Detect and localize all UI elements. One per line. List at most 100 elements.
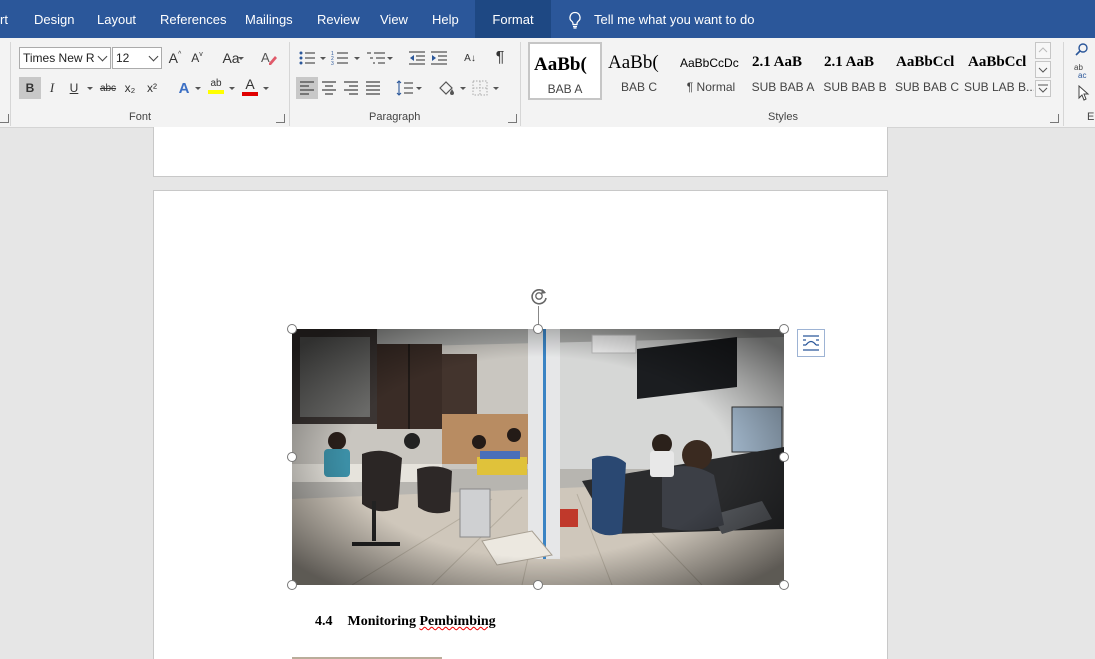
align-left-button[interactable] — [296, 77, 318, 99]
sort-button[interactable]: A↓ — [460, 47, 480, 69]
underline-icon: U — [69, 81, 79, 95]
resize-handle-top-left[interactable] — [287, 324, 297, 334]
office-photo — [292, 329, 784, 585]
decrease-indent-icon[interactable] — [408, 50, 426, 66]
sort-icon: A↓ — [464, 52, 476, 64]
style-name: SUB BAB C — [894, 80, 960, 94]
multilevel-dropdown-icon[interactable] — [387, 57, 393, 60]
tab-view[interactable]: View — [380, 0, 408, 38]
style-name: BAB A — [547, 82, 583, 96]
styles-scroll-up[interactable] — [1035, 42, 1051, 59]
shading-icon[interactable] — [437, 80, 457, 96]
borders-icon[interactable] — [472, 80, 488, 96]
font-name-combo[interactable]: Times New R — [19, 47, 111, 69]
editing-group-label: E — [1087, 111, 1095, 123]
grow-font-button[interactable]: A ^ — [166, 47, 184, 69]
italic-icon: I — [49, 80, 55, 95]
resize-handle-left[interactable] — [287, 452, 297, 462]
styles-launcher-icon[interactable] — [1050, 114, 1059, 123]
tab-help[interactable]: Help — [432, 0, 459, 38]
style-preview: AaBbCcDc — [680, 56, 739, 70]
superscript-button[interactable]: x² — [142, 77, 162, 99]
underline-button[interactable]: U — [63, 77, 85, 99]
strikethrough-button[interactable]: abc — [97, 77, 119, 99]
highlight-dropdown-icon[interactable] — [229, 87, 235, 90]
font-color-dropdown-icon[interactable] — [263, 87, 269, 90]
text-effects-dropdown-icon[interactable] — [195, 87, 201, 90]
tab-review[interactable]: Review — [317, 0, 360, 38]
align-right-icon[interactable] — [343, 81, 359, 95]
style-sub-bab-a[interactable]: 2.1 AaB SUB BAB A — [748, 42, 818, 100]
italic-button[interactable]: I — [41, 77, 63, 99]
clipboard-launcher-icon[interactable] — [0, 114, 9, 123]
numbering-icon[interactable]: 1 2 3 — [331, 50, 349, 66]
tab-mailings[interactable]: Mailings — [245, 0, 293, 38]
replace-icon[interactable]: ab ac — [1074, 63, 1094, 79]
align-center-icon[interactable] — [321, 81, 337, 95]
style-sub-bab-b[interactable]: 2.1 AaB SUB BAB B — [820, 42, 890, 100]
style-preview: 2.1 AaB — [752, 54, 803, 70]
font-launcher-icon[interactable] — [276, 114, 285, 123]
resize-handle-bottom-left[interactable] — [287, 580, 297, 590]
paragraph-launcher-icon[interactable] — [508, 114, 517, 123]
line-spacing-dropdown-icon[interactable] — [416, 87, 422, 90]
svg-text:A: A — [261, 50, 270, 65]
clear-formatting-icon[interactable]: A — [260, 49, 278, 67]
tab-layout[interactable]: Layout — [97, 0, 136, 38]
separator — [1063, 42, 1064, 126]
heading-number: 4.4 — [315, 614, 333, 629]
expand-gallery-icon — [1038, 84, 1048, 93]
borders-dropdown-icon[interactable] — [493, 87, 499, 90]
resize-handle-bottom[interactable] — [533, 580, 543, 590]
bullets-dropdown-icon[interactable] — [320, 57, 326, 60]
style-sub-lab-b[interactable]: AaBbCcl SUB LAB B... — [964, 42, 1034, 100]
style-bab-c[interactable]: AaBb( BAB C — [604, 42, 674, 100]
increase-indent-icon[interactable] — [430, 50, 448, 66]
justify-icon[interactable] — [365, 81, 381, 95]
resize-handle-bottom-right[interactable] — [779, 580, 789, 590]
style-normal[interactable]: AaBbCcDc ¶ Normal — [676, 42, 746, 100]
layout-options-icon — [803, 335, 819, 351]
styles-group-label: Styles — [768, 111, 798, 123]
styles-more-button[interactable] — [1035, 80, 1051, 97]
resize-handle-top-right[interactable] — [779, 324, 789, 334]
style-bab-a[interactable]: AaBb( BAB A — [528, 42, 602, 100]
selected-photo[interactable] — [292, 329, 784, 585]
numbering-dropdown-icon[interactable] — [354, 57, 360, 60]
shrink-font-button[interactable]: Av — [188, 47, 206, 69]
layout-options-button[interactable] — [797, 329, 825, 357]
bold-button[interactable]: B — [19, 77, 41, 99]
heading-text-misspelled: Pembimbing — [419, 614, 496, 629]
font-color-icon: A — [245, 75, 255, 92]
subscript-button[interactable]: x₂ — [120, 77, 140, 99]
tab-references[interactable]: References — [160, 0, 226, 38]
lightbulb-icon — [569, 11, 581, 29]
show-marks-button[interactable]: ¶ — [490, 47, 510, 69]
bullets-icon[interactable] — [298, 50, 316, 66]
section-heading[interactable]: 4.4 Monitoring Pembimbing — [315, 614, 496, 630]
change-case-button[interactable]: Aa — [216, 47, 246, 69]
font-color-button[interactable]: A — [240, 75, 260, 97]
tell-me-search[interactable]: Tell me what you want to do — [594, 0, 754, 38]
shading-dropdown-icon[interactable] — [460, 87, 466, 90]
svg-text:ac: ac — [1078, 71, 1086, 79]
line-spacing-icon[interactable] — [396, 80, 414, 96]
rotate-handle-icon[interactable] — [528, 285, 550, 307]
paragraph-group-label: Paragraph — [369, 111, 421, 123]
style-sub-bab-c[interactable]: AaBbCcl SUB BAB C — [892, 42, 962, 100]
styles-scroll-down[interactable] — [1035, 61, 1051, 78]
resize-handle-right[interactable] — [779, 452, 789, 462]
text-effects-button[interactable]: A — [174, 77, 194, 99]
select-cursor-icon[interactable] — [1076, 85, 1092, 101]
underline-dropdown-icon[interactable] — [87, 87, 93, 90]
multilevel-list-icon[interactable] — [366, 50, 386, 66]
font-size-combo[interactable]: 12 — [112, 47, 162, 69]
tab-insert[interactable]: rt — [0, 0, 8, 38]
text-effects-icon: A — [178, 79, 190, 97]
chevron-up-icon — [1038, 47, 1048, 53]
highlight-button[interactable]: ab — [206, 75, 226, 97]
find-icon[interactable] — [1074, 43, 1090, 57]
tab-format[interactable]: Format — [475, 0, 551, 38]
tab-design[interactable]: Design — [34, 0, 74, 38]
resize-handle-top[interactable] — [533, 324, 543, 334]
